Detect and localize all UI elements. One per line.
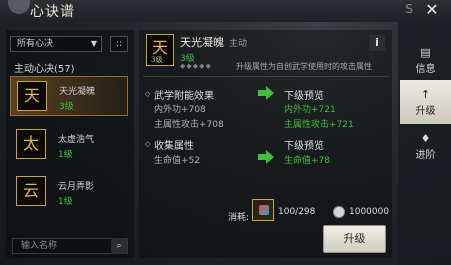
list-item-0[interactable]: 天 天光凝魄 3级 [10,76,128,116]
coin-icon [333,206,345,218]
search-input[interactable]: 输入名称 ⌕ [12,238,128,254]
chevron-down-icon: ▼ [90,39,97,48]
filter-value: 所有心决 [17,39,54,49]
tab-label: 升级 [415,106,436,117]
skill-icon: 3级 天 [146,34,174,66]
tab-advance[interactable]: ♦ 进阶 [400,124,451,168]
preview-title: 下级预览 [284,91,324,102]
tab-label: 信息 [415,64,436,75]
list-item-2[interactable]: 云 云月弄影 1级 [10,172,128,212]
cost-label: 消耗: [228,213,250,223]
skill-icon-level: 3级 [151,56,163,64]
material-item-icon[interactable] [252,199,274,221]
upgrade-button[interactable]: 升级 [323,225,386,253]
collect-preview-line: 生命值+78 [284,156,330,166]
skill-badge-icon: 太 [16,129,46,159]
close-button[interactable]: ✕ [419,0,445,20]
current-effect-line: 主属性攻击+708 [154,120,224,130]
preview-line: 内外功+721 [284,105,336,115]
grid-view-button[interactable]: :: [110,36,128,52]
star-rating: ◆◆◆◆◆ [180,62,212,70]
coin-amount: 1000000 [349,207,390,217]
diamond-bullet-icon: ◇ [145,140,151,148]
title-bar: 心诀谱 S ✕ [0,0,451,22]
tab-label: 进阶 [415,150,436,161]
filter-dropdown[interactable]: 所有心决 ▼ [10,36,102,52]
list-item-level: 3级 [59,102,74,112]
list-item-name: 云月弄影 [58,182,95,192]
list-item-name: 太虚浩气 [58,135,95,145]
title-decoration [8,0,30,14]
collect-preview-title: 下级预览 [284,141,324,152]
tab-upgrade[interactable]: ↑ 升级 [400,80,451,124]
collect-current: 生命值+52 [154,156,200,166]
search-placeholder: 输入名称 [21,241,58,251]
info-button[interactable]: i [369,35,385,51]
arrow-right-icon [258,150,274,164]
list-item-name: 天光凝魄 [59,87,96,97]
list-header: 主动心决(57) [14,64,75,75]
collect-title: 收集属性 [154,141,194,152]
skill-badge-icon: 天 [17,81,47,111]
current-effect-title: 武学附能效果 [154,91,214,102]
list-item-level: 1级 [58,197,73,207]
skill-icon-glyph: 天 [151,38,168,57]
skill-description: 升级属性为自创武学使用时的攻击属性 [236,62,372,71]
skill-name: 天光凝魄 [180,36,224,49]
divider [143,76,389,77]
current-effect-line: 内外功+708 [154,105,206,115]
list-item-level: 1级 [58,150,73,160]
arrow-up-icon: ↑ [420,88,431,101]
search-icon[interactable]: ⌕ [111,238,127,254]
arrow-right-icon [258,86,274,100]
preview-line: 主属性攻击+721 [284,120,354,130]
document-icon: ▤ [420,46,431,59]
diamond-bullet-icon: ◇ [145,90,151,98]
advance-icon: ♦ [420,132,431,145]
skill-badge-icon: 云 [16,176,46,206]
tab-info[interactable]: ▤ 信息 [400,38,451,82]
material-count: 100/298 [278,207,316,217]
window-title: 心诀谱 [30,4,75,20]
skill-type: 主动 [229,39,248,49]
brand-mark: S [405,2,415,16]
list-item-1[interactable]: 太 太虚浩气 1级 [10,125,128,165]
